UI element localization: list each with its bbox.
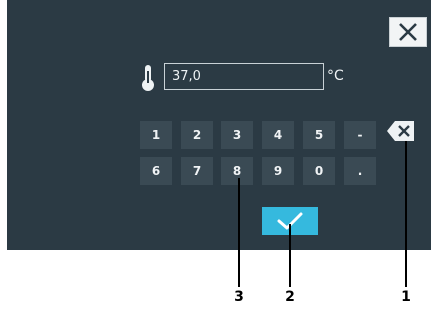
callout-line-3 bbox=[238, 178, 240, 287]
callout-label-2: 2 bbox=[285, 289, 295, 305]
key-0[interactable]: 0 bbox=[303, 157, 335, 185]
key-7[interactable]: 7 bbox=[181, 157, 213, 185]
key-6[interactable]: 6 bbox=[140, 157, 172, 185]
key-5[interactable]: 5 bbox=[303, 121, 335, 149]
key-1[interactable]: 1 bbox=[140, 121, 172, 149]
thermometer-icon bbox=[142, 65, 154, 91]
callout-line-1 bbox=[405, 141, 407, 287]
temperature-unit: °C bbox=[327, 68, 344, 84]
key-2[interactable]: 2 bbox=[181, 121, 213, 149]
key-8[interactable]: 8 bbox=[221, 157, 253, 185]
key-9[interactable]: 9 bbox=[262, 157, 294, 185]
callout-label-1: 1 bbox=[401, 289, 411, 305]
callout-label-3: 3 bbox=[234, 289, 244, 305]
temperature-input[interactable]: 37,0 bbox=[164, 63, 324, 90]
backspace-button[interactable] bbox=[386, 120, 416, 142]
key-minus[interactable]: - bbox=[344, 121, 376, 149]
callout-line-2 bbox=[289, 224, 291, 287]
close-button[interactable] bbox=[389, 17, 427, 47]
close-x-icon bbox=[399, 23, 417, 41]
backspace-icon bbox=[387, 121, 414, 141]
key-4[interactable]: 4 bbox=[262, 121, 294, 149]
temperature-value: 37,0 bbox=[172, 69, 201, 84]
key-3[interactable]: 3 bbox=[221, 121, 253, 149]
key-decimal[interactable]: . bbox=[344, 157, 376, 185]
